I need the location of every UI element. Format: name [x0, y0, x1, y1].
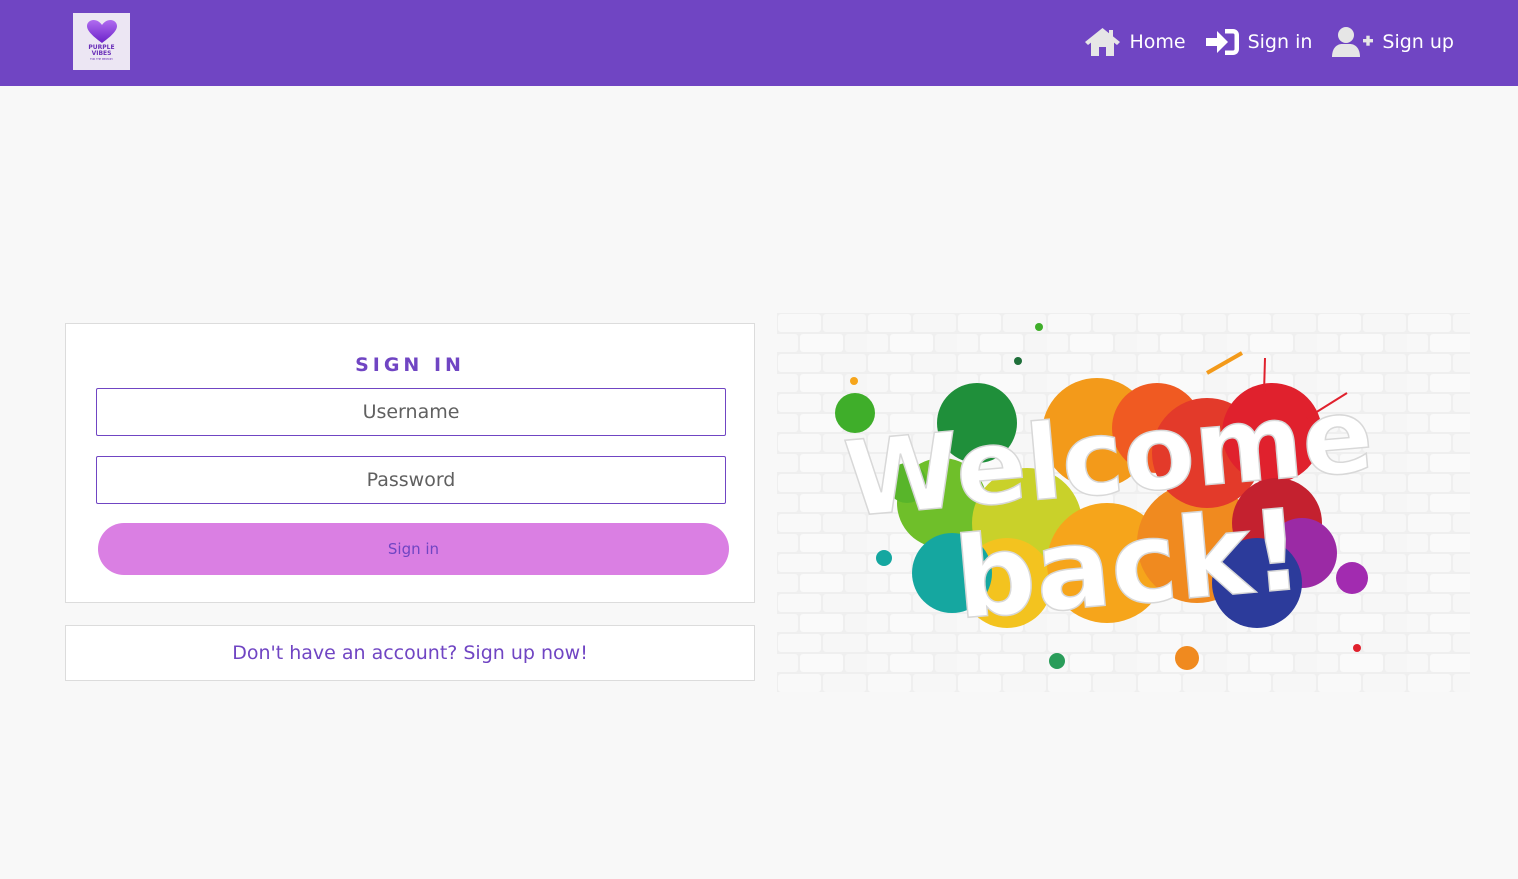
nav-signup-link[interactable]: Sign up [1332, 26, 1454, 58]
home-icon [1085, 28, 1121, 56]
username-input[interactable] [96, 388, 726, 436]
signup-now-link[interactable]: Sign up now! [463, 642, 587, 664]
welcome-back-image: Welcome back! [777, 313, 1470, 692]
signup-prompt-text: Don't have an account? [232, 642, 458, 664]
nav-signin-label: Sign in [1247, 31, 1313, 53]
nav-signup-label: Sign up [1382, 31, 1454, 53]
brand-logo[interactable]: PURPLE VIBES FOR THE MEMORY [73, 13, 130, 70]
user-plus-icon [1332, 27, 1374, 57]
logo-title: PURPLE VIBES [88, 44, 115, 57]
heart-icon [86, 20, 117, 43]
signin-card: SIGN IN Sign in [65, 323, 755, 603]
nav-home-link[interactable]: Home [1084, 27, 1186, 57]
nav-links: Home Sign in Sign up [1084, 24, 1454, 60]
password-input[interactable] [96, 456, 726, 504]
signin-heading: SIGN IN [355, 354, 465, 376]
logo-subtitle: FOR THE MEMORY [90, 58, 113, 61]
sign-in-icon [1205, 29, 1239, 55]
nav-home-label: Home [1129, 31, 1186, 53]
signup-prompt-card: Don't have an account? Sign up now! [65, 625, 755, 681]
signin-button[interactable]: Sign in [98, 523, 729, 575]
nav-signin-link[interactable]: Sign in [1205, 28, 1313, 56]
navbar: PURPLE VIBES FOR THE MEMORY Home Sign in [0, 0, 1518, 86]
